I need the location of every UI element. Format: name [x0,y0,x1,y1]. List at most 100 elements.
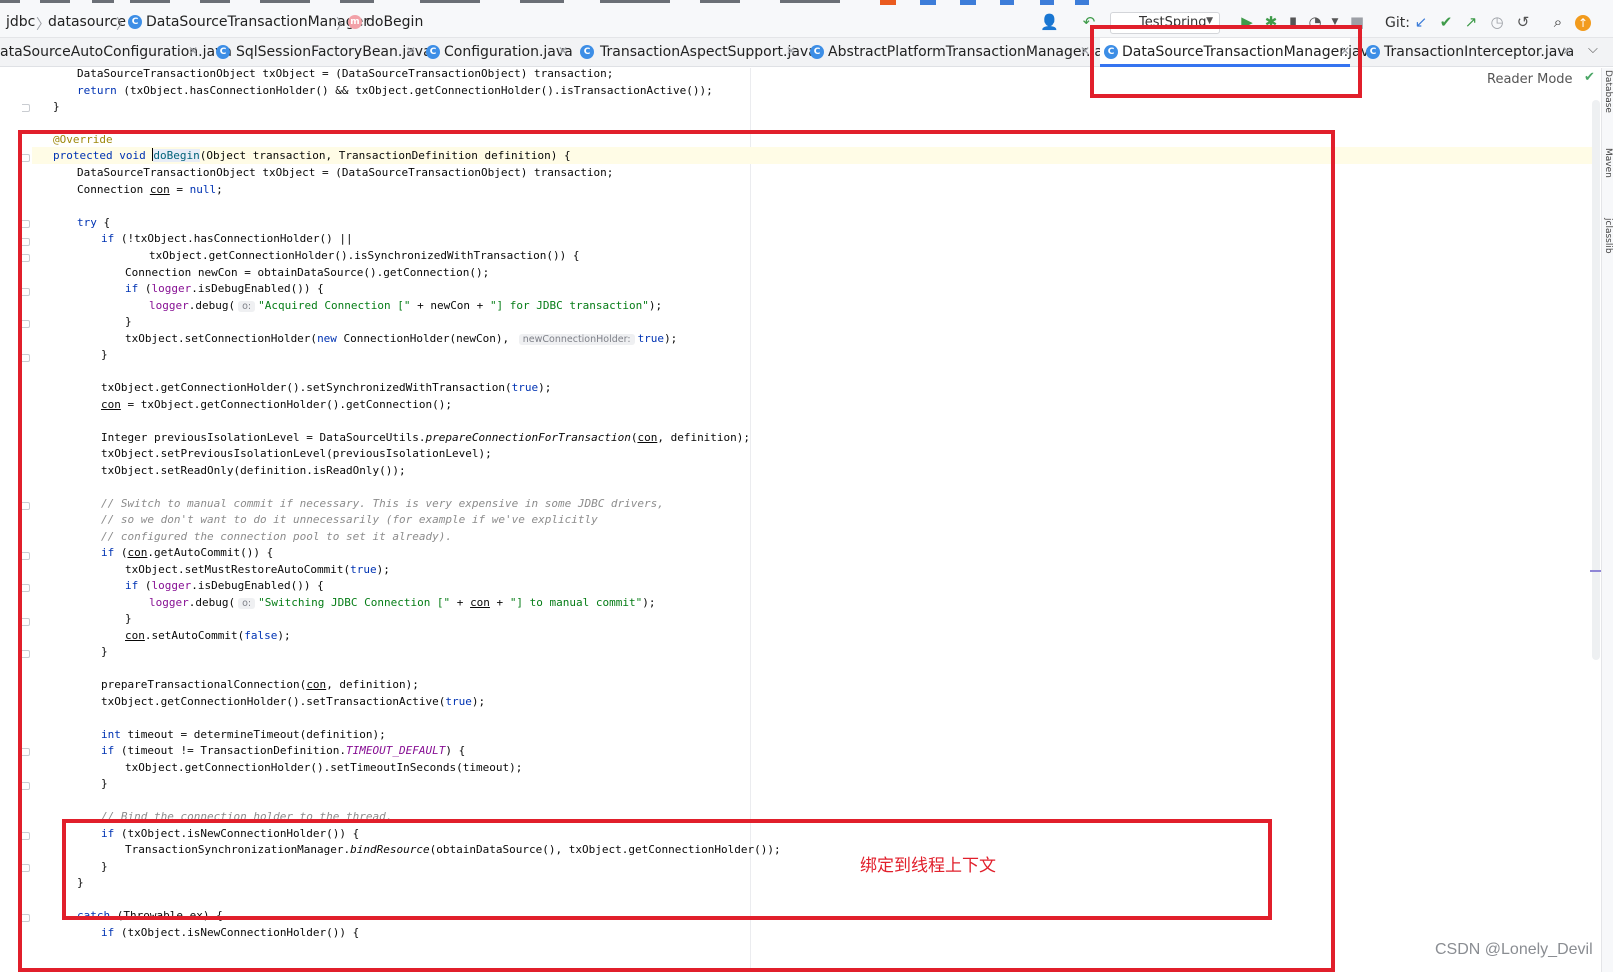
code-comment: // so we don't want to do it unnecessari… [101,513,598,526]
code-line: if (txObject.isNewConnectionHolder()) { [101,926,360,939]
tab-label: Configuration.java [444,44,573,60]
class-icon: C [128,15,142,29]
inspection-ok-icon: ✔ [1584,70,1595,85]
git-push-icon[interactable]: ↗ [1462,13,1480,31]
class-icon: C [580,45,594,59]
tab-datasource-auto-configuration[interactable]: ataSourceAutoConfiguration.java ✕ [0,38,232,67]
code-line: if (!txObject.hasConnectionHolder() || [101,232,353,245]
tab-configuration[interactable]: C Configuration.java ✕ [426,38,573,67]
run-configuration-label: TestSpring [1139,15,1207,30]
stop-icon[interactable]: ■ [1348,13,1366,31]
code-line: Connection con = null; [77,183,223,196]
code-line: txObject.setConnectionHolder(new Connect… [125,332,678,345]
method-icon: m [348,15,362,29]
rollback-icon[interactable]: ↺ [1514,13,1532,31]
breadcrumb-datasource[interactable]: datasource [48,14,126,30]
code-line: logger.debug(o: "Acquired Connection [" +… [149,299,663,312]
code-line: if (logger.isDebugEnabled()) { [125,579,324,592]
tab-abstract-platform-transaction-manager[interactable]: C AbstractPlatformTransactionManager.jav… [810,38,1120,67]
back-arrow-icon[interactable]: ↶ [1080,13,1098,31]
user-icon[interactable]: 👤 [1040,13,1059,31]
close-icon[interactable]: ✕ [558,44,568,58]
code-line: } [101,860,108,873]
code-line: DataSourceTransactionObject txObject = (… [77,67,614,80]
database-tool-button[interactable]: Database [1603,70,1613,113]
breadcrumb-method[interactable]: doBegin [366,14,423,30]
class-icon: C [1366,45,1380,59]
git-label: Git: [1385,15,1410,31]
tab-datasource-transaction-manager[interactable]: C DataSourceTransactionManager.java ✕ [1100,38,1377,67]
tab-label: TransactionAspectSupport.java [600,44,817,60]
run-configuration-select[interactable]: TestSpring ▼ [1110,12,1220,34]
code-line: prepareTransactionalConnection(con, defi… [101,678,419,691]
code-editor[interactable]: DataSourceTransactionObject txObject = (… [0,67,1600,972]
code-line: if (txObject.isNewConnectionHolder()) { [101,827,360,840]
close-icon[interactable]: ✕ [406,44,416,58]
code-line: txObject.getConnectionHolder().setTimeou… [125,761,523,774]
code-comment: // Switch to manual commit if necessary.… [101,497,664,510]
close-icon[interactable]: ✕ [1562,44,1572,58]
code-line: con = txObject.getConnectionHolder().get… [101,398,453,411]
git-update-icon[interactable]: ↙ [1412,13,1430,31]
code-line: } [101,645,108,658]
code-line: } [101,777,108,790]
class-icon: C [1104,45,1118,59]
reader-mode-button[interactable]: Reader Mode [1487,72,1573,87]
profile-icon[interactable]: ◔ [1306,13,1324,31]
tab-transaction-interceptor[interactable]: C TransactionInterceptor.java ✕ [1366,38,1575,67]
close-icon[interactable]: ✕ [786,44,796,58]
code-line: con.setAutoCommit(false); [125,629,291,642]
code-line: TransactionSynchronizationManager.bindRe… [125,843,781,856]
navigation-bar: jdbc 〉 datasource 〉 C DataSourceTransact… [0,0,1613,38]
code-line: txObject.setReadOnly(definition.isReadOn… [101,464,406,477]
tabs-overflow-chevron-icon[interactable]: ⌵ [1588,42,1598,57]
class-icon: C [426,45,440,59]
close-icon[interactable]: ✕ [1080,44,1090,58]
code-line: } [53,100,60,113]
parameter-hint: newConnectionHolder: [518,334,635,345]
code-line: txObject.getConnectionHolder().setTransa… [101,695,486,708]
code-line: txObject.setPreviousIsolationLevel(previ… [101,447,492,460]
code-comment: // configured the connection pool to set… [101,530,452,543]
code-line: Connection newCon = obtainDataSource().g… [125,266,490,279]
code-line: Integer previousIsolationLevel = DataSou… [101,431,751,444]
annotation-text: 绑定到线程上下文 [860,856,996,876]
parameter-hint: o: [238,598,256,609]
code-line: txObject.setMustRestoreAutoCommit(true); [125,563,390,576]
chevron-down-icon: ▼ [1206,16,1213,26]
tab-label: TransactionInterceptor.java [1384,44,1575,60]
search-icon[interactable]: ⌕ [1549,13,1567,31]
coverage-icon[interactable]: ▮ [1284,13,1302,31]
source-code[interactable]: DataSourceTransactionObject txObject = (… [0,67,1600,972]
code-comment: // Bind the connection holder to the thr… [101,810,393,823]
close-icon[interactable]: ✕ [1340,44,1350,58]
git-commit-icon[interactable]: ✔ [1437,13,1455,31]
parameter-hint: o: [238,301,256,312]
breadcrumb-jdbc[interactable]: jdbc [6,14,35,30]
tab-label: AbstractPlatformTransactionManager.java [828,44,1120,60]
right-tool-window-strip: Database Maven jclasslib [1601,68,1613,972]
tab-sql-session-factory-bean[interactable]: C SqlSessionFactoryBean.java ✕ [216,38,432,67]
code-line: if (con.getAutoCommit()) { [101,546,274,559]
code-line: if (logger.isDebugEnabled()) { [125,282,324,295]
debug-icon[interactable]: ✱ [1262,13,1280,31]
run-icon[interactable]: ▶ [1238,13,1256,31]
tab-transaction-aspect-support[interactable]: C TransactionAspectSupport.java ✕ [580,38,817,67]
close-icon[interactable]: ✕ [188,44,198,58]
git-history-icon[interactable]: ◷ [1488,13,1506,31]
code-line: } [125,315,132,328]
editor-scrollbar[interactable] [1592,100,1600,660]
code-line: } [125,612,132,625]
code-line: } [77,876,84,889]
class-icon: C [810,45,824,59]
watermark: CSDN @Lonely_Devil [1435,941,1593,958]
jclasslib-tool-button[interactable]: jclasslib [1603,218,1613,254]
more-run-options-icon[interactable]: ▼ [1326,13,1344,31]
code-line: @Override [53,133,113,146]
class-icon: C [216,45,230,59]
update-icon[interactable]: ↑ [1575,15,1591,31]
maven-tool-button[interactable]: Maven [1603,148,1613,178]
code-line: if (timeout != TransactionDefinition.TIM… [101,744,466,757]
code-line: protected void doBegin(Object transactio… [53,148,571,162]
code-line: logger.debug(o: "Switching JDBC Connectio… [149,596,656,609]
